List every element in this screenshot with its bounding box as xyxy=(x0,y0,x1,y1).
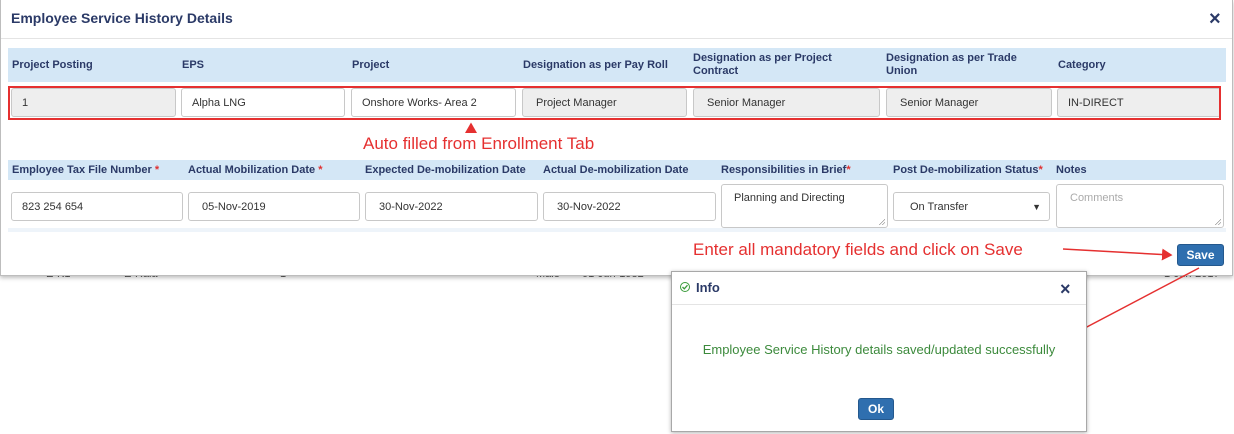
responsibilities-textarea[interactable]: Planning and Directing xyxy=(721,184,888,228)
status-selected-value: On Transfer xyxy=(910,200,969,213)
header-tax-file-number: Employee Tax File Number * xyxy=(12,164,160,176)
ok-button[interactable]: Ok xyxy=(858,398,894,420)
chevron-down-icon: ▼ xyxy=(1032,202,1041,212)
notes-placeholder: Comments xyxy=(1070,192,1124,204)
post-demobilization-status-select[interactable]: On Transfer ▼ xyxy=(893,192,1050,221)
expected-demobilization-date-input[interactable]: 30-Nov-2022 xyxy=(365,192,538,221)
header-actual-demobilization: Actual De-mobilization Date xyxy=(543,164,689,176)
header-notes: Notes xyxy=(1056,164,1087,176)
header-project-posting: Project Posting xyxy=(12,59,93,71)
header-responsibilities: Responsibilities in Brief* xyxy=(721,164,851,176)
responsibilities-text: Planning and Directing xyxy=(734,192,845,204)
info-title: Info xyxy=(696,280,720,295)
actual-mobilization-date-input[interactable]: 05-Nov-2019 xyxy=(188,192,360,221)
autofill-highlight-box xyxy=(8,86,1221,120)
header-designation-payroll: Designation as per Pay Roll xyxy=(523,59,668,71)
header-post-demobilization-status: Post De-mobilization Status* xyxy=(893,164,1043,176)
save-button[interactable]: Save xyxy=(1177,244,1224,266)
header-actual-mobilization: Actual Mobilization Date * xyxy=(188,164,323,176)
header-designation-union: Designation as per Trade Union xyxy=(886,52,1017,77)
header-category: Category xyxy=(1058,59,1106,71)
check-circle-icon xyxy=(680,282,690,292)
close-icon[interactable]: × xyxy=(1060,280,1071,298)
tax-file-number-input[interactable]: 823 254 654 xyxy=(11,192,183,221)
header-eps: EPS xyxy=(182,59,205,71)
resize-handle[interactable] xyxy=(1214,218,1221,225)
row2-bottom-strip xyxy=(8,228,1226,232)
autofill-annotation: Auto filled from Enrollment Tab xyxy=(363,134,595,153)
header-expected-demobilization: Expected De-mobilization Date xyxy=(365,164,526,176)
header-project: Project xyxy=(352,59,390,71)
notes-textarea[interactable]: Comments xyxy=(1056,184,1224,228)
row2-header: Employee Tax File Number * Actual Mobili… xyxy=(8,160,1226,180)
divider xyxy=(1,38,1232,39)
close-icon[interactable]: × xyxy=(1209,9,1221,29)
info-header: Info × xyxy=(672,272,1086,305)
modal-title: Employee Service History Details xyxy=(11,10,233,26)
info-dialog: Info × Employee Service History details … xyxy=(671,271,1087,432)
mandatory-annotation: Enter all mandatory fields and click on … xyxy=(693,240,1023,259)
row1-header: Project Posting EPS Project Designation … xyxy=(8,48,1226,82)
resize-handle[interactable] xyxy=(878,218,885,225)
actual-demobilization-date-input[interactable]: 30-Nov-2022 xyxy=(543,192,716,221)
header-designation-contract: Designation as per Project Contract xyxy=(693,52,832,77)
info-message: Employee Service History details saved/u… xyxy=(702,342,1056,357)
service-history-modal: Employee Service History Details × Proje… xyxy=(0,0,1233,276)
